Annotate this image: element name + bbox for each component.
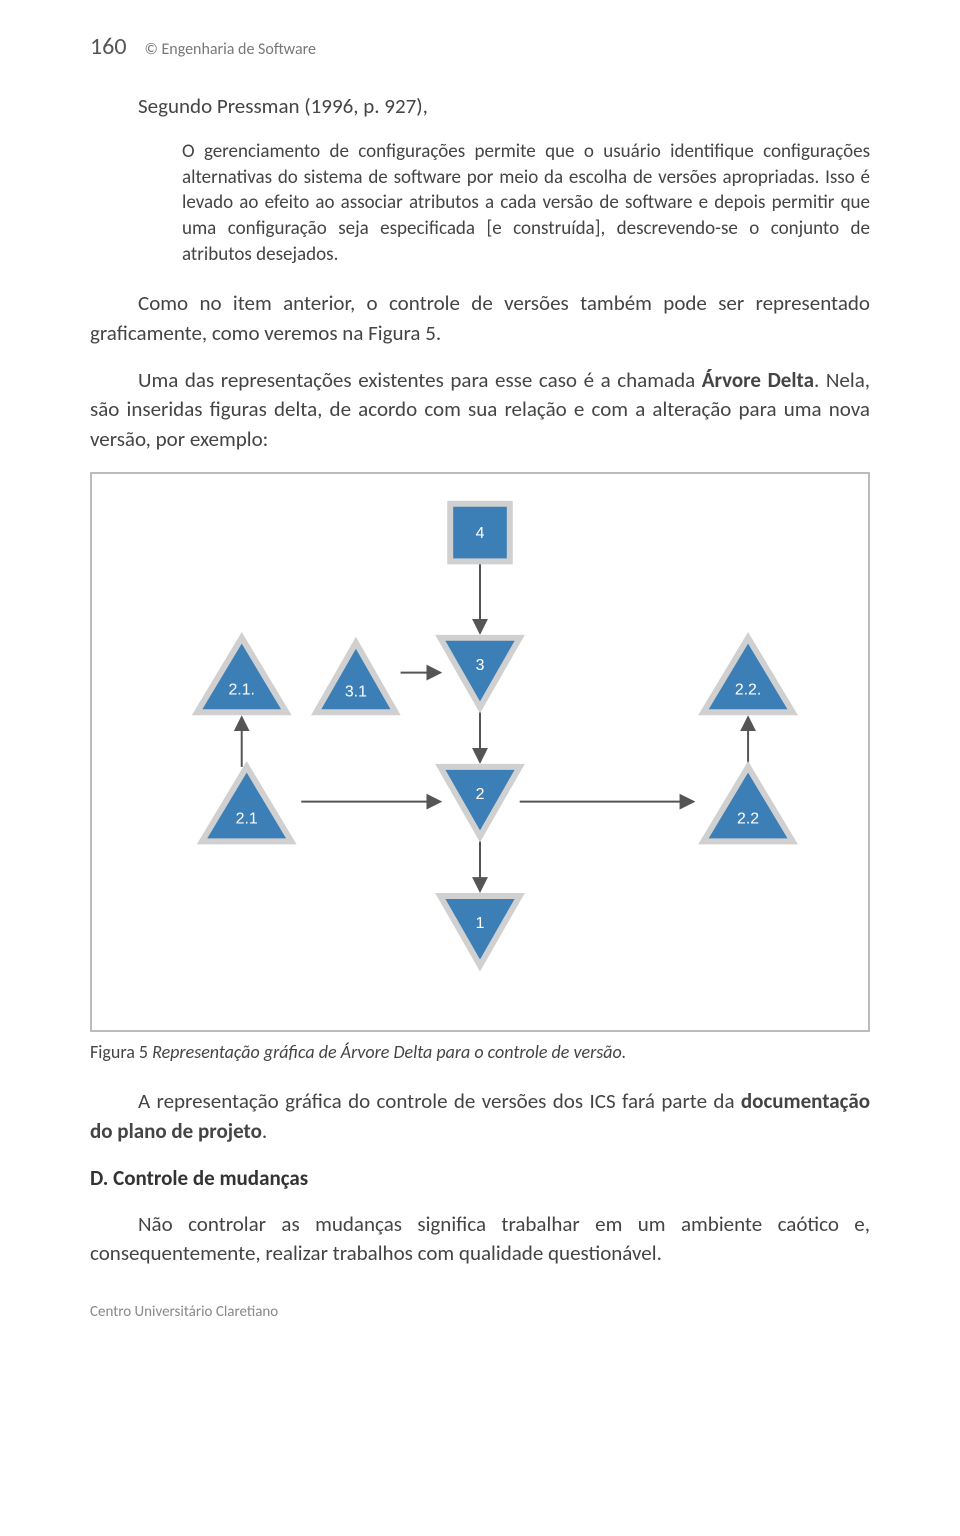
node-22b-triangle [703,767,792,841]
node-4-label: 4 [476,525,485,542]
paragraph-2: Uma das representações existentes para e… [90,366,870,454]
node-31-triangle [316,643,395,713]
footer-text: Centro Universitário Claretiano [90,1302,870,1323]
diagram-svg: 4 3 2 1 2.1. 3.1 2.2. 2.1 2.2 [92,474,868,1030]
paragraph-3: A representação gráfica do controle de v… [90,1087,870,1146]
p2-part-a: Uma das representações existentes para e… [138,367,702,393]
node-1-label: 1 [476,915,485,932]
figure-number: Figura 5 [90,1041,152,1063]
node-22a-triangle [703,638,792,712]
node-3-label: 3 [476,657,485,674]
paragraph-1: Como no item anterior, o controle de ver… [90,289,870,348]
quote-body: O gerenciamento de configurações permite… [182,139,870,267]
figure-caption: Figura 5 Representação gráfica de Árvore… [90,1040,870,1065]
node-21b-triangle [202,767,291,841]
delta-tree-diagram: 4 3 2 1 2.1. 3.1 2.2. 2.1 2.2 [90,472,870,1032]
p3-part-c: . [262,1118,267,1144]
node-31-label: 3.1 [345,684,367,701]
node-21a-label: 2.1. [228,682,254,699]
figure-caption-text: Representação gráfica de Árvore Delta pa… [152,1041,626,1063]
node-22b-label: 2.2 [737,811,759,828]
term-arvore-delta: Árvore Delta [702,367,814,393]
paragraph-4: Não controlar as mudanças significa trab… [90,1210,870,1269]
quote-intro: Segundo Pressman (1996, p. 927), [90,92,870,121]
p3-part-a: A representação gráfica do controle de v… [138,1088,741,1114]
node-21a-triangle [197,638,286,712]
running-title: © Engenharia de Software [145,39,316,61]
node-21b-label: 2.1 [236,811,258,828]
page-number: 160 [90,30,127,64]
section-heading-d: D. Controle de mudanças [90,1164,870,1193]
node-2-label: 2 [476,786,485,803]
page-header: 160 © Engenharia de Software [90,30,870,64]
node-22a-label: 2.2. [735,682,761,699]
